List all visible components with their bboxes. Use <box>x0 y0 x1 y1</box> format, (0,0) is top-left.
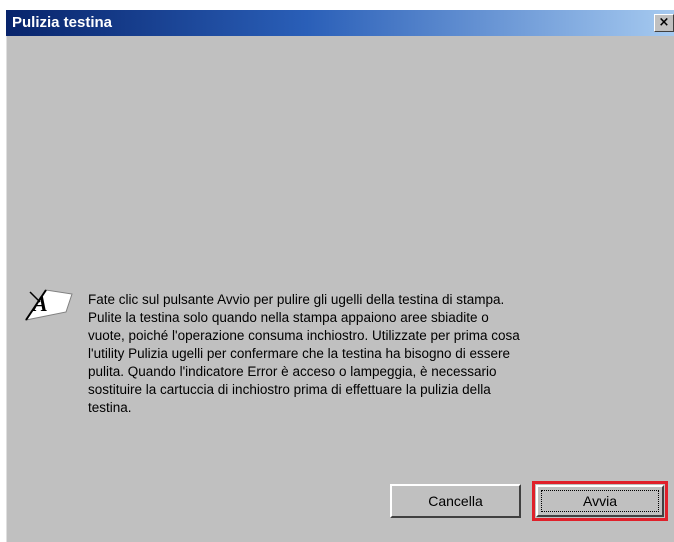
head-cleaning-dialog: Pulizia testina × A Fate clic sul pulsan… <box>6 10 674 542</box>
instruction-line: pulita. Quando l'indicatore Error è acce… <box>88 364 497 379</box>
head-cleaning-info-icon: A <box>24 289 73 321</box>
instruction-line: l'utility Pulizia ugelli per confermare … <box>88 346 511 361</box>
instruction-text: Fate clic sul pulsante Avvio per pulire … <box>88 291 648 417</box>
window-title: Pulizia testina <box>12 14 113 31</box>
start-button-highlight: Avvia <box>532 481 668 521</box>
instruction-line: testina. <box>88 400 132 415</box>
title-bar: Pulizia testina × <box>6 10 674 36</box>
instruction-line: vuote, poiché l'operazione consuma inchi… <box>88 328 520 343</box>
instruction-line: sostituire la cartuccia di inchiostro pr… <box>88 382 491 397</box>
cancel-button[interactable]: Cancella <box>390 484 521 518</box>
instruction-line: Fate clic sul pulsante Avvio per pulire … <box>88 292 505 307</box>
instruction-line: Pulite la testina solo quando nella stam… <box>88 310 489 325</box>
start-button[interactable]: Avvia <box>536 485 664 517</box>
close-button[interactable]: × <box>654 14 674 32</box>
